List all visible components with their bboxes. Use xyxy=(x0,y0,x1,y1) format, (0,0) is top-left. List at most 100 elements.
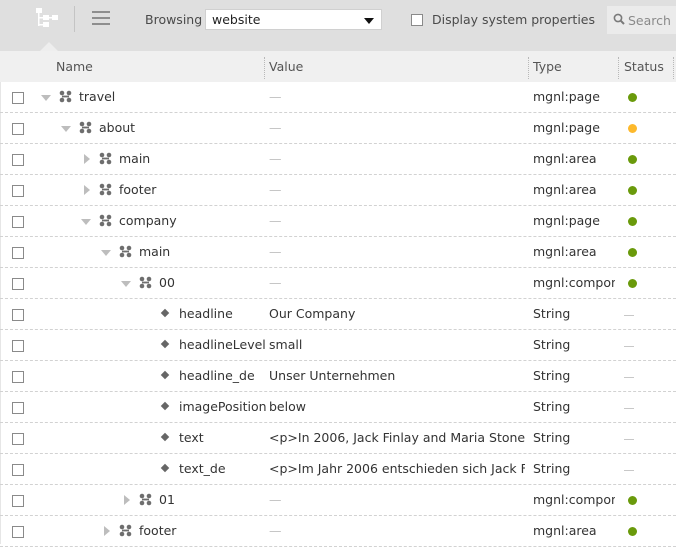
column-resize-handle[interactable] xyxy=(528,57,529,79)
collapse-toggle-icon[interactable] xyxy=(61,123,71,133)
row-value: — xyxy=(269,213,282,228)
column-resize-handle[interactable] xyxy=(264,57,265,79)
row-checkbox[interactable] xyxy=(12,495,24,507)
row-type: String xyxy=(533,461,571,476)
system-properties-label: Display system properties xyxy=(432,12,596,27)
table-row[interactable]: travel — mgnl:page xyxy=(0,82,676,113)
column-header: Name Value Type Status xyxy=(0,51,676,82)
node-icon xyxy=(99,183,112,196)
column-name[interactable]: Name xyxy=(56,59,93,74)
expand-toggle-icon[interactable] xyxy=(81,154,91,164)
column-value[interactable]: Value xyxy=(269,59,303,74)
property-icon xyxy=(160,401,170,411)
row-checkbox[interactable] xyxy=(12,309,24,321)
status-none xyxy=(624,408,634,409)
table-row[interactable]: text_de <p>Im Jahr 2006 entschieden sich … xyxy=(0,454,676,485)
column-status[interactable]: Status xyxy=(624,59,664,74)
table-row[interactable]: footer — mgnl:area xyxy=(0,516,676,547)
row-name: text xyxy=(179,430,204,445)
status-none xyxy=(624,315,634,316)
browsing-label: Browsing xyxy=(145,12,203,27)
system-properties-checkbox[interactable] xyxy=(411,13,423,26)
row-checkbox[interactable] xyxy=(12,154,24,166)
collapse-toggle-icon[interactable] xyxy=(101,247,111,257)
status-published-indicator xyxy=(628,527,637,536)
row-value: small xyxy=(269,337,303,352)
table-row[interactable]: company — mgnl:page xyxy=(0,206,676,237)
column-resize-handle[interactable] xyxy=(673,57,674,79)
row-checkbox[interactable] xyxy=(12,433,24,445)
status-published-indicator xyxy=(628,217,637,226)
collapse-toggle-icon[interactable] xyxy=(41,92,51,102)
row-checkbox[interactable] xyxy=(12,247,24,259)
row-value: — xyxy=(269,120,282,135)
row-value: <p>Im Jahr 2006 entschieden sich Jack Fi xyxy=(269,461,525,476)
row-value: <p>In 2006, Jack Finlay and Maria Stone … xyxy=(269,430,525,445)
row-checkbox[interactable] xyxy=(12,92,24,104)
row-type: mgnl:area xyxy=(533,182,597,197)
node-icon xyxy=(119,245,132,258)
row-name: footer xyxy=(139,523,177,538)
row-value: Our Company xyxy=(269,306,356,321)
expand-toggle-icon[interactable] xyxy=(101,526,111,536)
row-name: headlineLevel xyxy=(179,337,266,352)
table-row[interactable]: imagePosition below String xyxy=(0,392,676,423)
property-icon xyxy=(160,432,170,442)
status-published-indicator xyxy=(628,155,637,164)
row-type: mgnl:area xyxy=(533,151,597,166)
status-published-indicator xyxy=(628,93,637,102)
table-row[interactable]: headlineLevel small String xyxy=(0,330,676,361)
row-checkbox[interactable] xyxy=(12,371,24,383)
row-name: company xyxy=(119,213,177,228)
node-icon xyxy=(119,524,132,537)
collapse-toggle-icon[interactable] xyxy=(121,278,131,288)
node-icon xyxy=(59,90,72,103)
expand-toggle-icon[interactable] xyxy=(81,185,91,195)
table-row[interactable]: main — mgnl:area xyxy=(0,237,676,268)
row-name: 01 xyxy=(159,492,175,507)
row-value: — xyxy=(269,244,282,259)
node-icon xyxy=(99,152,112,165)
column-type[interactable]: Type xyxy=(533,59,562,74)
row-checkbox[interactable] xyxy=(12,340,24,352)
row-name: about xyxy=(99,120,136,135)
row-value: — xyxy=(269,151,282,166)
search-input[interactable]: Search xyxy=(607,6,676,34)
row-type: String xyxy=(533,306,571,321)
collapse-toggle-icon[interactable] xyxy=(81,216,91,226)
tree-table: travel — mgnl:page about — mgnl:page main — mgnl… xyxy=(0,82,676,547)
expand-toggle-icon[interactable] xyxy=(121,495,131,505)
row-value: — xyxy=(269,89,282,104)
row-checkbox[interactable] xyxy=(12,278,24,290)
table-row[interactable]: 01 — mgnl:compon xyxy=(0,485,676,516)
row-name: travel xyxy=(79,89,116,104)
table-row[interactable]: about — mgnl:page xyxy=(0,113,676,144)
table-row[interactable]: headline_de Unser Unternehmen String xyxy=(0,361,676,392)
row-type: mgnl:area xyxy=(533,523,597,538)
node-icon xyxy=(139,493,152,506)
table-row[interactable]: headline Our Company String xyxy=(0,299,676,330)
row-checkbox[interactable] xyxy=(12,123,24,135)
tree-view-icon[interactable] xyxy=(36,8,60,30)
table-row[interactable]: footer — mgnl:area xyxy=(0,175,676,206)
row-checkbox[interactable] xyxy=(12,216,24,228)
toolbar-divider xyxy=(74,6,75,32)
row-type: mgnl:page xyxy=(533,213,600,228)
row-type: String xyxy=(533,430,571,445)
row-name: headline xyxy=(179,306,233,321)
system-properties-toggle[interactable]: Display system properties xyxy=(411,12,595,27)
property-icon xyxy=(160,308,170,318)
row-checkbox[interactable] xyxy=(12,526,24,538)
status-published-indicator xyxy=(628,248,637,257)
row-checkbox[interactable] xyxy=(12,402,24,414)
workspace-select[interactable]: website xyxy=(205,9,382,30)
row-checkbox[interactable] xyxy=(12,464,24,476)
table-row[interactable]: main — mgnl:area xyxy=(0,144,676,175)
row-checkbox[interactable] xyxy=(12,185,24,197)
list-view-icon[interactable] xyxy=(92,11,110,25)
column-resize-handle[interactable] xyxy=(618,57,619,79)
table-row[interactable]: 00 — mgnl:compon xyxy=(0,268,676,299)
row-type: String xyxy=(533,337,571,352)
status-published-indicator xyxy=(628,279,637,288)
table-row[interactable]: text <p>In 2006, Jack Finlay and Maria St… xyxy=(0,423,676,454)
